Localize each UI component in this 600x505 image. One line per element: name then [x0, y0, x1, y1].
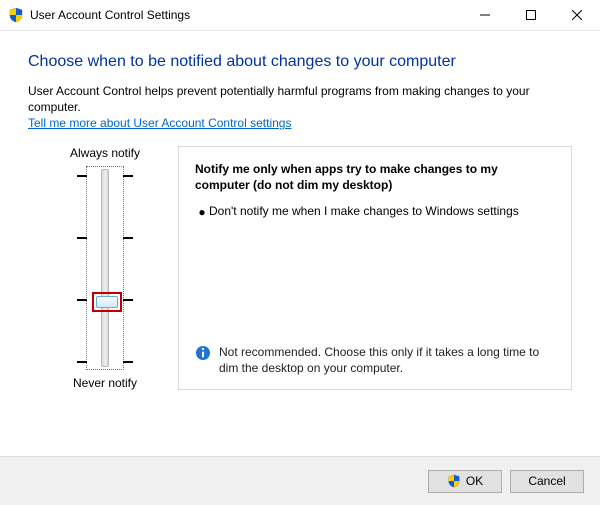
- bullet-icon: ●: [195, 203, 209, 220]
- cancel-button-label: Cancel: [528, 474, 565, 488]
- level-recommendation: Not recommended. Choose this only if it …: [195, 344, 555, 376]
- window-controls: [462, 0, 600, 30]
- notify-slider[interactable]: [86, 166, 124, 370]
- uac-shield-icon: [447, 474, 461, 488]
- slider-thumb-highlight: [92, 292, 122, 312]
- minimize-button[interactable]: [462, 0, 508, 30]
- ok-button[interactable]: OK: [428, 470, 502, 493]
- notify-slider-column: Always notify Never notify: [50, 146, 160, 390]
- footer: OK Cancel: [0, 456, 600, 505]
- main-area: Always notify Never notify Notify me onl…: [28, 146, 572, 390]
- titlebar: User Account Control Settings: [0, 0, 600, 31]
- level-recommendation-text: Not recommended. Choose this only if it …: [219, 344, 555, 376]
- close-button[interactable]: [554, 0, 600, 30]
- help-link[interactable]: Tell me more about User Account Control …: [28, 116, 291, 130]
- page-description: User Account Control helps prevent poten…: [28, 83, 572, 132]
- uac-shield-icon: [8, 7, 24, 23]
- maximize-button[interactable]: [508, 0, 554, 30]
- level-detail-text: Don't notify me when I make changes to W…: [209, 203, 519, 220]
- level-info-panel: Notify me only when apps try to make cha…: [178, 146, 572, 390]
- level-heading: Notify me only when apps try to make cha…: [195, 161, 555, 193]
- slider-top-label: Always notify: [70, 146, 140, 160]
- info-icon: [195, 345, 211, 361]
- page-description-text: User Account Control helps prevent poten…: [28, 84, 530, 114]
- slider-thumb[interactable]: [96, 296, 118, 308]
- slider-track: [101, 169, 109, 367]
- content-area: Choose when to be notified about changes…: [0, 31, 600, 390]
- cancel-button[interactable]: Cancel: [510, 470, 584, 493]
- page-heading: Choose when to be notified about changes…: [28, 53, 572, 71]
- ok-button-label: OK: [466, 474, 483, 488]
- slider-bottom-label: Never notify: [73, 376, 137, 390]
- window-title: User Account Control Settings: [30, 8, 190, 22]
- level-detail-item: ● Don't notify me when I make changes to…: [195, 203, 555, 220]
